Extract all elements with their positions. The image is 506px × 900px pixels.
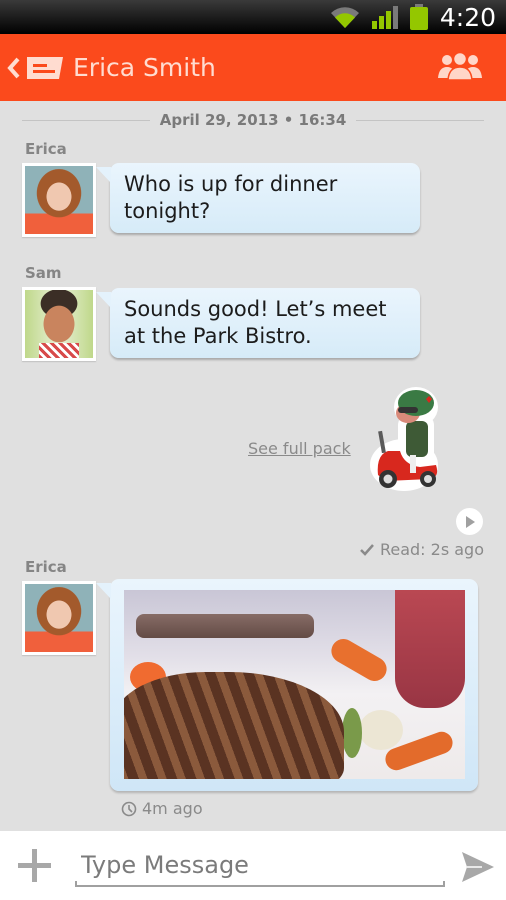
conversation-title: Erica Smith — [73, 53, 216, 82]
plus-icon[interactable] — [18, 849, 51, 882]
avatar-photo — [25, 166, 93, 234]
message-icon — [27, 56, 63, 79]
status-bar: 4:20 — [0, 0, 506, 34]
date-label: April 29, 2013 • 16:34 — [159, 111, 347, 129]
checkmark-icon — [360, 543, 374, 556]
message-bubble[interactable]: Who is up for dinner tonight? — [96, 163, 420, 233]
divider — [356, 119, 485, 121]
date-separator: April 29, 2013 • 16:34 — [22, 111, 485, 129]
message-text: Who is up for dinner tonight? — [124, 172, 338, 223]
battery-icon — [409, 4, 428, 30]
message-timestamp: 4m ago — [121, 799, 203, 818]
message-composer — [0, 831, 506, 900]
sender-name: Erica — [25, 558, 67, 576]
scooter-rider-sticker[interactable] — [370, 385, 446, 495]
conversation[interactable]: April 29, 2013 • 16:34 Erica Who is up f… — [0, 101, 506, 831]
avatar-erica[interactable] — [22, 581, 96, 655]
chevron-left-icon — [7, 57, 20, 78]
clock: 4:20 — [439, 2, 496, 32]
time-ago-label: 4m ago — [142, 799, 203, 818]
avatar-sam[interactable] — [22, 287, 96, 361]
see-full-pack-link[interactable]: See full pack — [248, 439, 351, 458]
signal-icon — [371, 6, 398, 29]
people-icon[interactable] — [438, 52, 482, 80]
message-text: Sounds good! Let’s meet at the Park Bist… — [124, 297, 387, 348]
clock-icon — [121, 801, 137, 816]
app-bar: Erica Smith — [0, 34, 506, 101]
read-receipt: Read: 2s ago — [360, 540, 484, 559]
play-sticker-button[interactable] — [456, 508, 483, 535]
back-button[interactable] — [0, 34, 63, 101]
photo-message-bubble[interactable] — [96, 579, 478, 791]
read-status: Read: 2s ago — [379, 540, 484, 559]
play-icon — [465, 515, 475, 528]
steak-dinner-photo[interactable] — [124, 590, 465, 779]
divider — [22, 119, 150, 121]
wifi-icon — [330, 7, 359, 28]
send-icon[interactable] — [462, 852, 494, 882]
avatar-photo — [25, 290, 93, 358]
sender-name: Erica — [25, 140, 67, 158]
sender-name: Sam — [25, 264, 62, 282]
avatar-photo — [25, 584, 93, 652]
avatar-erica[interactable] — [22, 163, 96, 237]
message-input[interactable] — [75, 845, 445, 887]
message-bubble[interactable]: Sounds good! Let’s meet at the Park Bist… — [96, 288, 420, 358]
